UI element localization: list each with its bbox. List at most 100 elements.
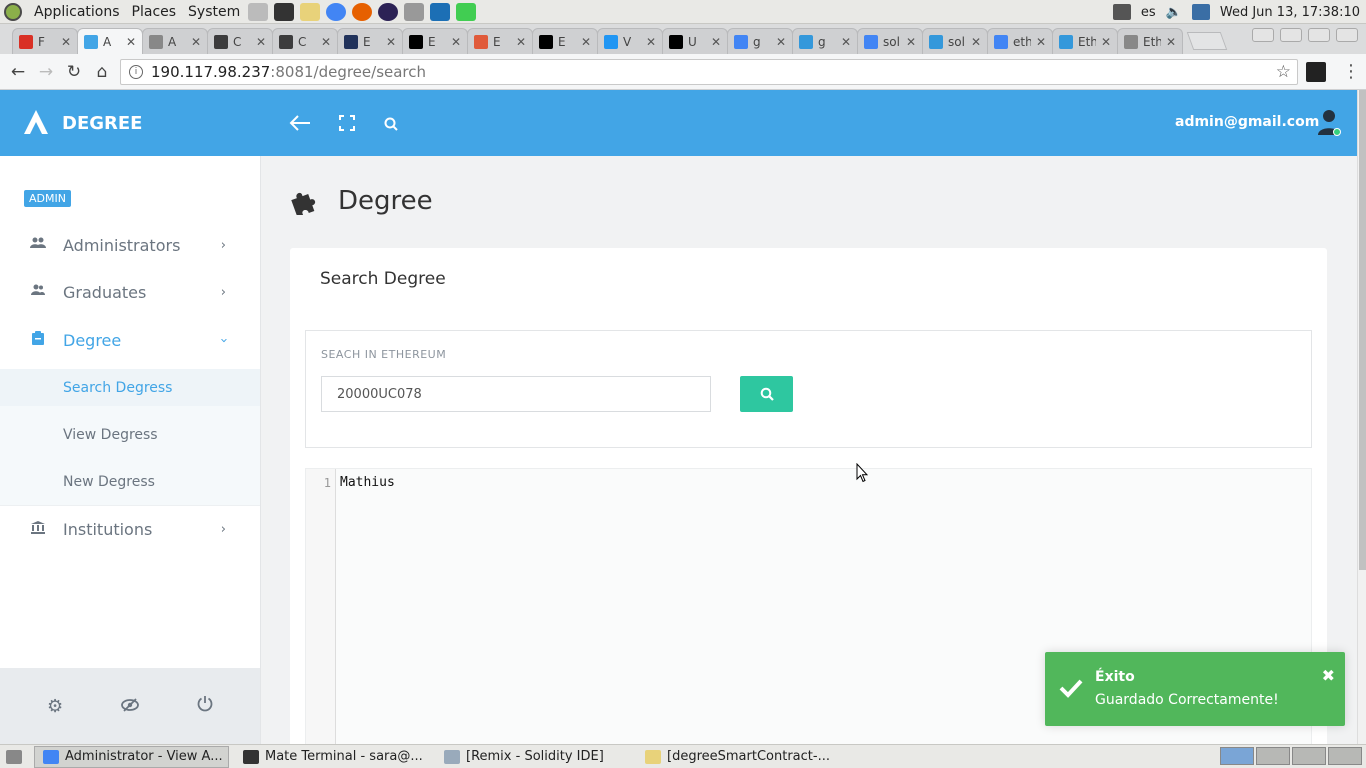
menu-places[interactable]: Places: [132, 4, 177, 20]
tab-close-icon[interactable]: ✕: [841, 35, 851, 49]
back-icon[interactable]: ←: [4, 62, 32, 82]
tab-close-icon[interactable]: ✕: [1101, 35, 1111, 49]
workspace-button[interactable]: [1292, 747, 1326, 765]
brand[interactable]: DEGREE: [22, 108, 142, 138]
new-tab-button[interactable]: [1186, 32, 1228, 50]
submenu-item-search-degrees[interactable]: Search Degress: [0, 369, 260, 406]
chrome-launcher-icon[interactable]: [326, 2, 347, 21]
browser-tab[interactable]: solid ✕: [857, 28, 923, 54]
workspace-button[interactable]: [1256, 747, 1290, 765]
sidebar-item-institutions[interactable]: Institutions ›: [0, 506, 260, 552]
forward-icon[interactable]: →: [32, 62, 60, 82]
sidebar-item-degree[interactable]: Degree ›: [0, 317, 260, 363]
tab-close-icon[interactable]: ✕: [971, 35, 981, 49]
site-info-icon[interactable]: i: [129, 65, 143, 79]
settings-gear-icon[interactable]: ⚙: [47, 696, 63, 717]
close-window-button[interactable]: [1336, 28, 1358, 42]
tab-close-icon[interactable]: ✕: [711, 35, 721, 49]
eclipse-launcher-icon[interactable]: [378, 2, 399, 21]
fullscreen-icon[interactable]: [339, 112, 355, 136]
home-icon[interactable]: ⌂: [88, 62, 116, 82]
virtualbox-launcher-icon[interactable]: [430, 2, 451, 21]
search-button[interactable]: [740, 376, 793, 412]
volume-icon[interactable]: 🔈: [1166, 5, 1182, 20]
scrollbar-thumb[interactable]: [1359, 90, 1366, 570]
tab-close-icon[interactable]: ✕: [646, 35, 656, 49]
editor-line[interactable]: Mathius: [340, 475, 395, 490]
browser-tab[interactable]: ethe ✕: [987, 28, 1053, 54]
browser-menu-icon[interactable]: ⋮: [1342, 61, 1360, 82]
text-editor-launcher-icon[interactable]: [300, 2, 321, 21]
back-arrow-icon[interactable]: [289, 112, 311, 136]
browser-tab[interactable]: solid ✕: [922, 28, 988, 54]
hide-eye-icon[interactable]: [121, 696, 139, 717]
tab-close-icon[interactable]: ✕: [191, 35, 201, 49]
profile-button[interactable]: [1252, 28, 1274, 42]
browser-tab[interactable]: C ✕: [207, 28, 273, 54]
browser-tab[interactable]: C ✕: [272, 28, 338, 54]
tab-close-icon[interactable]: ✕: [1036, 35, 1046, 49]
workspace-switcher[interactable]: [1220, 747, 1362, 765]
bookmark-star-icon[interactable]: ☆: [1276, 62, 1291, 82]
maximize-button[interactable]: [1308, 28, 1330, 42]
browser-tab[interactable]: g ✕: [792, 28, 858, 54]
reload-icon[interactable]: ↻: [60, 62, 88, 82]
firefox-launcher-icon[interactable]: [352, 2, 373, 21]
browser-tab[interactable]: Ethe ✕: [1052, 28, 1118, 54]
show-desktop-icon[interactable]: [0, 746, 28, 768]
sidebar-item-graduates[interactable]: Graduates ›: [0, 269, 260, 315]
close-icon[interactable]: ✖: [1322, 666, 1335, 685]
power-icon[interactable]: [197, 695, 213, 717]
tab-close-icon[interactable]: ✕: [451, 35, 461, 49]
mate-logo-icon[interactable]: [4, 2, 22, 21]
tab-close-icon[interactable]: ✕: [776, 35, 786, 49]
calculator-tray-icon[interactable]: [1112, 4, 1131, 20]
network-icon[interactable]: [1191, 4, 1210, 20]
terminal-launcher-icon[interactable]: [274, 2, 295, 21]
browser-tab[interactable]: A ✕: [142, 28, 208, 54]
browser-tab[interactable]: E ✕: [467, 28, 533, 54]
browser-tab[interactable]: g ✕: [727, 28, 793, 54]
browser-tab[interactable]: Ethe ✕: [1117, 28, 1183, 54]
extension-icon[interactable]: [1306, 62, 1326, 82]
address-bar[interactable]: i 190.117.98.237:8081/degree/search ☆: [120, 59, 1298, 85]
tab-close-icon[interactable]: ✕: [1166, 35, 1176, 49]
user-email[interactable]: admin@gmail.com: [1175, 114, 1319, 130]
file-manager-launcher-icon[interactable]: [248, 2, 269, 21]
browser-tab[interactable]: E ✕: [337, 28, 403, 54]
submenu-item-view-degrees[interactable]: View Degress: [0, 416, 260, 453]
menu-system[interactable]: System: [188, 4, 240, 20]
minimize-button[interactable]: [1280, 28, 1302, 42]
tab-close-icon[interactable]: ✕: [516, 35, 526, 49]
browser-tab[interactable]: V ✕: [597, 28, 663, 54]
browser-tab[interactable]: F ✕: [12, 28, 78, 54]
keyboard-layout[interactable]: es: [1141, 5, 1156, 20]
remix-icon: [474, 34, 488, 49]
tab-close-icon[interactable]: ✕: [906, 35, 916, 49]
workspace-button[interactable]: [1220, 747, 1254, 765]
search-icon[interactable]: [384, 112, 398, 136]
submenu-item-new-degrees[interactable]: New Degress: [0, 463, 260, 500]
taskbar-item[interactable]: Administrator - View A...: [34, 745, 229, 768]
browser-tab[interactable]: U ✕: [662, 28, 728, 54]
qt-launcher-icon[interactable]: [456, 2, 477, 21]
tab-close-icon[interactable]: ✕: [321, 35, 331, 49]
browser-tab[interactable]: E ✕: [532, 28, 598, 54]
tab-close-icon[interactable]: ✕: [256, 35, 266, 49]
browser-tab[interactable]: A ✕: [77, 28, 143, 54]
search-input[interactable]: 20000UC078: [321, 376, 711, 412]
tab-close-icon[interactable]: ✕: [581, 35, 591, 49]
workspace-button[interactable]: [1328, 747, 1362, 765]
tab-close-icon[interactable]: ✕: [126, 35, 136, 49]
clock[interactable]: Wed Jun 13, 17:38:10: [1220, 5, 1360, 20]
sidebar-item-administrators[interactable]: Administrators ›: [0, 222, 260, 268]
tab-close-icon[interactable]: ✕: [61, 35, 71, 49]
page-scrollbar[interactable]: [1357, 90, 1366, 744]
taskbar-item[interactable]: Mate Terminal - sara@...: [235, 746, 430, 768]
menu-applications[interactable]: Applications: [34, 4, 120, 20]
taskbar-item[interactable]: [Remix - Solidity IDE]: [436, 746, 631, 768]
tab-close-icon[interactable]: ✕: [386, 35, 396, 49]
screenshot-launcher-icon[interactable]: [404, 2, 425, 21]
taskbar-item[interactable]: [degreeSmartContract-...: [637, 746, 832, 768]
browser-tab[interactable]: E ✕: [402, 28, 468, 54]
